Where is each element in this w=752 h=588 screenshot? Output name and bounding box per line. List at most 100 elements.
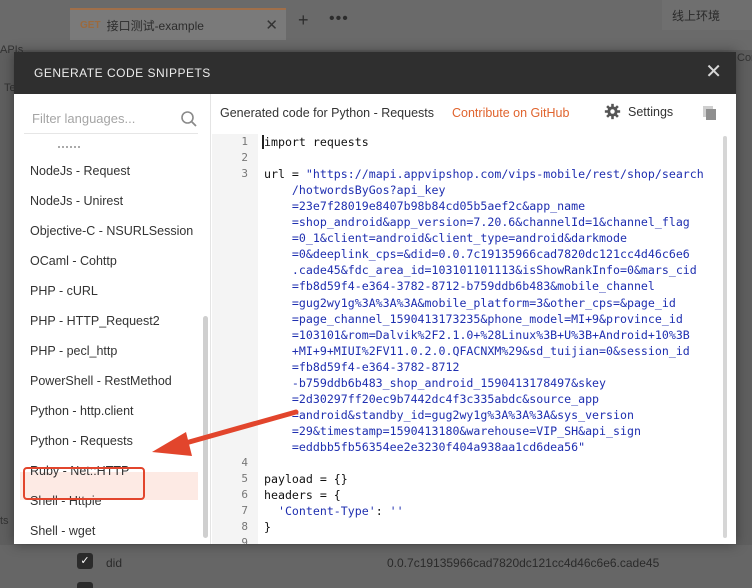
code-string: /hotwordsByGos?api_key <box>264 183 446 198</box>
line-number: 2 <box>241 151 248 165</box>
code-line: +MI+9+MIUI%2FV11.0.2.0.QFACNXM%29&sd_tui… <box>264 344 690 358</box>
code-string: =fb8d59f4-e364-3782-8712-b759ddb6b483&mo… <box>264 279 655 294</box>
partial-list-item <box>58 142 80 148</box>
language-panel: NodeJs - Request NodeJs - Unirest Objectiv… <box>14 94 211 544</box>
param-key: did <box>106 556 123 570</box>
request-method-badge: GET <box>80 19 101 31</box>
code-line: =page_channel_1590413173235&phone_model=… <box>264 312 683 326</box>
generate-code-modal: GENERATE CODE SNIPPETS ✕ NodeJs - Reques… <box>14 52 736 544</box>
code-token: url = <box>264 167 306 182</box>
code-token: payload = {} <box>264 472 348 487</box>
code-line: payload = {} <box>264 472 348 486</box>
line-number: 3 <box>241 167 248 181</box>
code-string: "https://mapi.appvipshop.com/vips-mobile… <box>305 167 704 182</box>
code-string: '' <box>389 504 404 519</box>
code-line: /hotwordsByGos?api_key <box>264 183 446 198</box>
line-number: 4 <box>241 456 248 469</box>
code-line: =fb8d59f4-e364-3782-8712 <box>264 359 460 374</box>
copy-icon[interactable] <box>702 105 718 121</box>
code-line: =gug2wy1g%3A%3A%3A&mobile_platform=3&oth… <box>264 296 676 310</box>
code-line: =eddbb5fb56354ee2e3230f404a938aa1cd6dea5… <box>264 440 585 454</box>
language-search-input[interactable] <box>24 111 164 126</box>
language-item[interactable]: PHP - cURL <box>30 284 98 298</box>
code-string: =0&deeplink_cps=&did=0.0.7c19135966cad78… <box>264 247 690 262</box>
request-tab[interactable]: GET 接口测试-example ✕ <box>70 8 286 40</box>
code-line: =29&timestamp=1590413180&warehouse=VIP_S… <box>264 424 641 438</box>
language-item[interactable]: Objective-C - NSURLSession <box>30 224 193 238</box>
code-string: =shop_android&app_version=7.20.6&channel… <box>264 215 690 230</box>
language-item[interactable]: NodeJs - Unirest <box>30 194 123 208</box>
language-item[interactable]: PowerShell - RestMethod <box>30 374 172 388</box>
selection-highlight-box <box>23 467 145 500</box>
language-item[interactable]: Shell - wget <box>30 524 95 538</box>
settings-label: Settings <box>628 104 674 119</box>
settings-button[interactable]: Settings <box>604 103 673 120</box>
line-number: 6 <box>241 488 248 502</box>
language-item[interactable]: PHP - HTTP_Request2 <box>30 314 160 328</box>
code-string: =103101&rom=Dalvik%2F2.1.0+%28Linux%3B+U… <box>264 327 690 342</box>
code-string: =fb8d59f4-e364-3782-8712 <box>264 359 460 374</box>
code-editor[interactable]: 1 import requests 2 3 url = "https://mapi.ap… <box>212 134 722 544</box>
code-line: .cade45&fdc_area_id=103101101113&isShowR… <box>264 263 697 277</box>
code-line: =fb8d59f4-e364-3782-8712-b759ddb6b483&mo… <box>264 279 655 293</box>
modal-title: GENERATE CODE SNIPPETS <box>34 66 211 80</box>
close-tab-icon[interactable]: ✕ <box>265 16 278 34</box>
line-number: 1 <box>241 135 248 148</box>
code-token: headers = { <box>264 488 341 503</box>
line-number: 9 <box>241 536 248 544</box>
code-string: +MI+9+MIUI%2FV11.0.2.0.QFACNXM%29&sd_tui… <box>264 343 690 358</box>
code-panel-title: Generated code for Python - Requests <box>220 106 435 120</box>
new-tab-button[interactable]: + <box>298 10 309 31</box>
language-item-selected[interactable]: Python - Requests <box>30 434 133 448</box>
search-icon[interactable] <box>180 110 198 128</box>
code-token: import requests <box>264 135 369 149</box>
gear-icon <box>604 103 621 120</box>
contribute-link[interactable]: Contribute on GitHub <box>452 106 569 120</box>
language-list-scrollbar[interactable] <box>203 316 208 538</box>
environment-selector[interactable]: 线上环境 <box>662 0 752 30</box>
code-string: =android&standby_id=gug2wy1g%3A%3A%3A&sy… <box>264 407 634 422</box>
code-scrollbar[interactable] <box>723 136 727 538</box>
code-string: =eddbb5fb56354ee2e3230f404a938aa1cd6dea5… <box>264 439 586 454</box>
language-item[interactable]: PHP - pecl_http <box>30 344 117 358</box>
code-line: =android&standby_id=gug2wy1g%3A%3A%3A&sy… <box>264 408 634 422</box>
language-item[interactable]: NodeJs - Request <box>30 164 130 178</box>
param-enabled-checkbox[interactable]: ✓ <box>77 553 93 569</box>
code-string: =2d30297ff20ec9b7442dc4f3c335abdc&source… <box>264 391 600 406</box>
code-line: import requests <box>264 135 369 149</box>
more-tabs-button[interactable]: ••• <box>329 10 349 28</box>
line-number: 5 <box>241 472 248 486</box>
modal-header: GENERATE CODE SNIPPETS ✕ <box>14 52 736 94</box>
code-token: : <box>375 504 390 519</box>
code-string: =gug2wy1g%3A%3A%3A&mobile_platform=3&oth… <box>264 295 676 310</box>
param-enabled-checkbox-2[interactable] <box>77 582 93 588</box>
language-item[interactable]: Python - http.client <box>30 404 134 418</box>
code-line: } <box>264 520 271 534</box>
code-line: =0&deeplink_cps=&did=0.0.7c19135966cad78… <box>264 247 690 261</box>
code-panel-header: Generated code for Python - Requests Con… <box>212 94 736 132</box>
code-line: =2d30297ff20ec9b7442dc4f3c335abdc&source… <box>264 392 599 406</box>
code-line: =shop_android&app_version=7.20.6&channel… <box>264 215 690 229</box>
language-item[interactable]: OCaml - Cohttp <box>30 254 117 268</box>
code-string: =page_channel_1590413173235&phone_model=… <box>264 311 683 326</box>
code-line: headers = { <box>264 488 341 502</box>
code-string: .cade45&fdc_area_id=103101101113&isShowR… <box>264 263 697 278</box>
code-line: url = "https://mapi.appvipshop.com/vips-… <box>264 167 704 181</box>
code-string: =0_1&client=android&client_type=android&… <box>264 231 627 246</box>
close-icon[interactable]: ✕ <box>705 62 722 82</box>
code-line: =103101&rom=Dalvik%2F2.1.0+%28Linux%3B+U… <box>264 328 690 342</box>
param-value: 0.0.7c19135966cad7820dc121cc4d46c6e6.cad… <box>387 556 660 570</box>
line-number: 8 <box>241 520 248 534</box>
code-line: 'Content-Type': '' <box>264 504 404 518</box>
code-token: } <box>264 520 271 535</box>
right-label-fragment: Com <box>737 52 752 64</box>
request-tab-title: 接口测试-example <box>106 18 204 33</box>
line-number: 7 <box>241 504 248 518</box>
code-line: =0_1&client=android&client_type=android&… <box>264 231 627 245</box>
code-string: -b759ddb6b483_shop_android_1590413178497… <box>264 375 607 390</box>
sidebar-label-fragment-bottom: ts <box>0 515 9 527</box>
code-string: =23e7f28019e8407b98b84cd05b5aef2c&app_na… <box>264 199 586 214</box>
code-string: =29&timestamp=1590413180&warehouse=VIP_S… <box>264 423 641 438</box>
language-search <box>24 104 198 134</box>
